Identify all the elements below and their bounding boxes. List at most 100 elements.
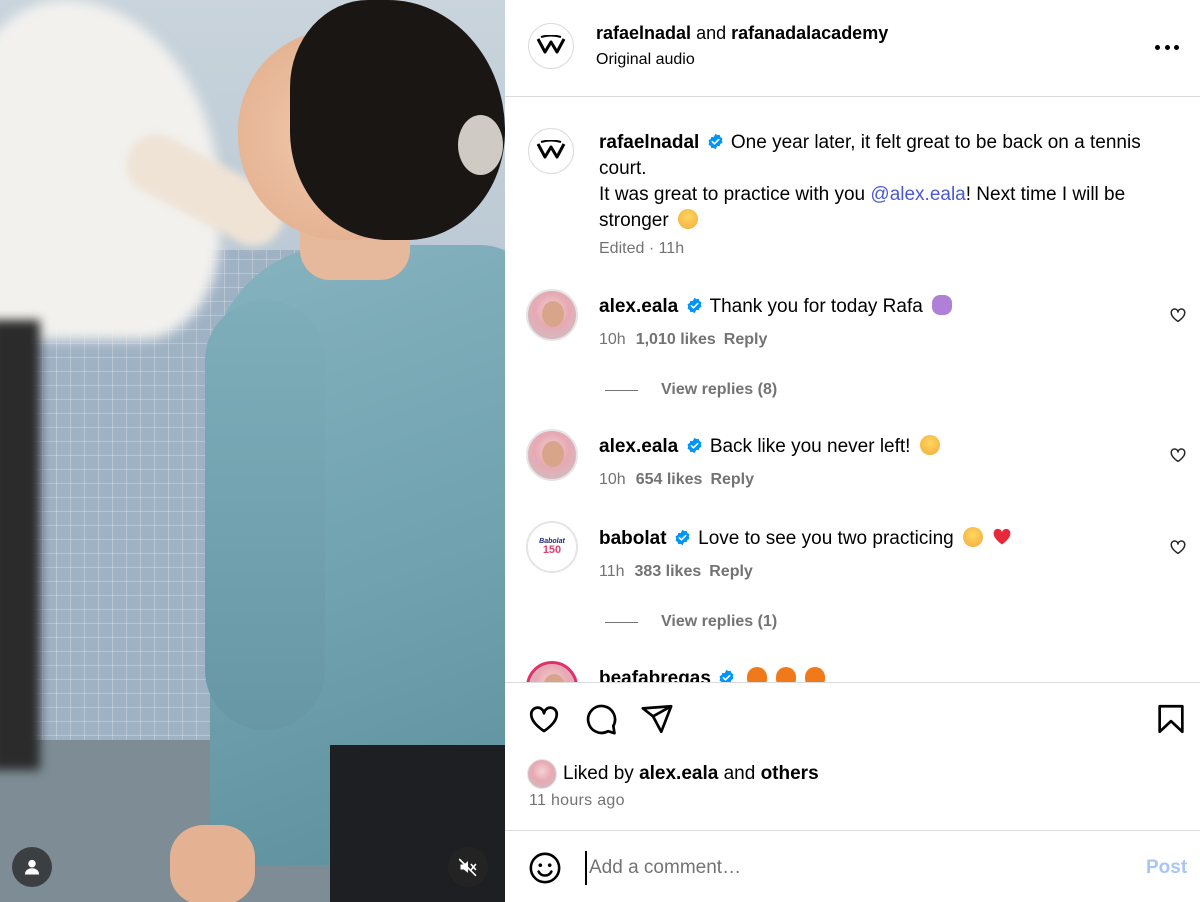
red-heart-emoji-icon	[993, 528, 1011, 545]
comment-item: Babolat 150 babolat Love to see you two …	[505, 521, 1200, 601]
heart-icon	[529, 706, 559, 733]
comment-button[interactable]	[584, 702, 618, 736]
commenter-username[interactable]: beafabregas	[599, 668, 711, 682]
commenter-avatar[interactable]	[526, 661, 578, 682]
comment-meta: 10h 654 likes Reply	[599, 471, 754, 489]
more-options-icon[interactable]	[1155, 37, 1179, 57]
caption-line-2: It was great to practice with you	[599, 184, 866, 205]
mute-toggle-button[interactable]	[448, 847, 488, 887]
fire-emoji-icon	[805, 667, 826, 682]
liker-avatar[interactable]	[527, 759, 557, 789]
comment-likes[interactable]: 383 likes	[635, 563, 702, 580]
post-detail-panel: rafaelnadal and rafanadalacademy Origina…	[505, 0, 1200, 902]
view-replies-label: View replies (8)	[661, 381, 778, 398]
heart-icon[interactable]	[1169, 538, 1187, 556]
dot	[1155, 44, 1160, 50]
comment-body: Thank you for today Rafa	[709, 296, 923, 317]
fire-emoji-icon	[775, 667, 796, 682]
reply-button[interactable]: Reply	[724, 331, 768, 348]
replies-divider-line	[605, 621, 638, 623]
comment-input[interactable]	[585, 851, 1125, 885]
comments-list[interactable]: rafaelnadal One year later, it felt grea…	[505, 98, 1200, 682]
comment-item: alex.eala Thank you for today Rafa 10h 1,…	[505, 289, 1200, 369]
comment-meta: 11h 383 likes Reply	[599, 563, 753, 581]
dot	[1164, 44, 1170, 50]
original-audio-link[interactable]: Original audio	[596, 51, 695, 69]
commenter-avatar[interactable]	[526, 429, 578, 481]
post-button[interactable]: Post	[1146, 857, 1187, 879]
fire-emoji-icon	[746, 667, 767, 682]
author-link[interactable]: rafaelnadal	[596, 23, 691, 43]
post-header: rafaelnadal and rafanadalacademy Origina…	[505, 0, 1200, 97]
reply-button[interactable]: Reply	[710, 471, 754, 488]
view-replies-button[interactable]: View replies (8)	[605, 381, 777, 399]
comment-item: alex.eala Back like you never left! 10h 6…	[505, 429, 1200, 509]
media-background-leg	[0, 320, 40, 770]
post-timestamp[interactable]: 11 hours ago	[529, 792, 625, 810]
comment-text: alex.eala Thank you for today Rafa	[599, 295, 953, 318]
comment-body: Love to see you two practicing	[698, 528, 954, 549]
share-icon	[641, 704, 673, 734]
heart-eyes-emoji-icon	[963, 527, 983, 547]
post-media[interactable]	[0, 0, 505, 902]
comment-icon	[586, 704, 617, 735]
view-replies-button[interactable]: View replies (1)	[605, 613, 777, 631]
media-player-arm	[205, 300, 325, 730]
commenter-username[interactable]: alex.eala	[599, 436, 678, 457]
like-button[interactable]	[527, 702, 561, 736]
commenter-avatar[interactable]	[526, 289, 578, 341]
comment-likes[interactable]: 654 likes	[636, 471, 703, 488]
dot	[1174, 44, 1179, 50]
comment-text: alex.eala Back like you never left!	[599, 435, 940, 458]
comment-meta: 10h 1,010 likes Reply	[599, 331, 767, 349]
replies-divider-line	[605, 389, 638, 391]
verified-badge-icon	[687, 297, 701, 314]
likes-others-link[interactable]: others	[761, 763, 819, 785]
share-button[interactable]	[640, 702, 674, 736]
liked-by-summary: Liked by alex.eala and others	[527, 759, 819, 789]
comment-time[interactable]: 11h	[599, 563, 625, 580]
verified-badge-icon	[719, 669, 734, 682]
caption-username[interactable]: rafaelnadal	[599, 132, 699, 153]
post-authors: rafaelnadal and rafanadalacademy	[596, 23, 888, 44]
author-avatar[interactable]	[528, 23, 574, 69]
commenter-username[interactable]: babolat	[599, 528, 667, 549]
caption-time[interactable]: 11h	[659, 240, 685, 257]
comment-time[interactable]: 10h	[599, 331, 626, 348]
commenter-username[interactable]: alex.eala	[599, 296, 678, 317]
comment-item: beafabregas	[505, 661, 1200, 682]
rafa-logo-icon	[536, 35, 566, 54]
verified-badge-icon	[708, 133, 723, 150]
save-button[interactable]	[1154, 702, 1188, 736]
heart-icon[interactable]	[1169, 446, 1187, 464]
smiling-emoji-icon	[677, 209, 698, 229]
media-scrunchie	[458, 115, 503, 175]
comment-text: beafabregas	[599, 667, 826, 682]
muted-speaker-icon	[458, 858, 477, 877]
liker-username[interactable]: alex.eala	[639, 763, 718, 785]
heart-icon[interactable]	[1169, 306, 1187, 324]
rafa-logo-icon	[536, 140, 566, 159]
liked-by-prefix: Liked by	[563, 763, 634, 784]
caption-meta: Edited · 11h	[599, 240, 685, 257]
emoji-icon[interactable]	[528, 851, 562, 885]
comment-likes[interactable]: 1,010 likes	[636, 331, 716, 348]
coauthor-link[interactable]: rafanadalacademy	[731, 23, 888, 43]
babolat-logo: Babolat 150	[539, 538, 565, 556]
verified-badge-icon	[675, 529, 690, 546]
saluting-emoji-icon	[919, 435, 940, 455]
user-tag-icon	[24, 859, 40, 875]
mention-link[interactable]: @alex.eala	[870, 184, 965, 205]
verified-badge-icon	[687, 437, 701, 454]
view-replies-label: View replies (1)	[661, 613, 778, 630]
caption-author-avatar[interactable]	[528, 128, 574, 174]
caption-text: rafaelnadal One year later, it felt grea…	[599, 130, 1169, 234]
comment-time[interactable]: 10h	[599, 471, 626, 488]
add-comment-bar: Post	[505, 830, 1200, 902]
comment-text: babolat Love to see you two practicing	[599, 527, 1012, 550]
tagged-users-button[interactable]	[12, 847, 52, 887]
commenter-avatar[interactable]: Babolat 150	[526, 521, 578, 573]
reply-button[interactable]: Reply	[709, 563, 753, 580]
authors-joiner: and	[696, 23, 727, 43]
comment-body: Back like you never left!	[709, 436, 911, 457]
